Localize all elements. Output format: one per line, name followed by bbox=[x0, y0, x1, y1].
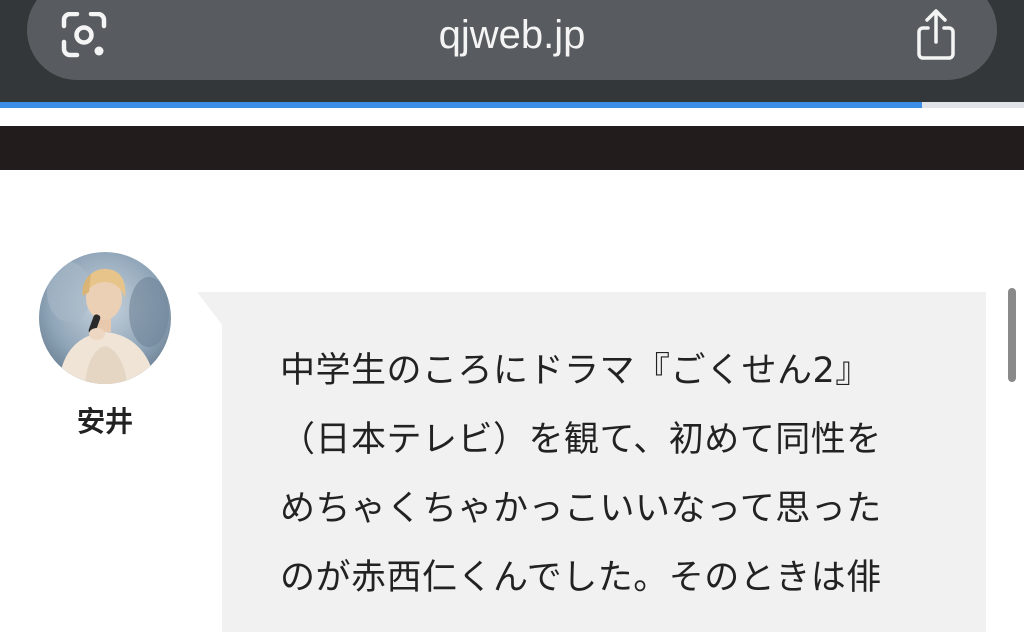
speech-bubble-text: 中学生のころにドラマ『ごくせん2』 （日本テレビ）を観て、初めて同性を めちゃく… bbox=[280, 337, 940, 613]
site-header-bar bbox=[0, 126, 1024, 170]
page-load-progress-bar bbox=[0, 102, 1024, 108]
url-text[interactable]: qjweb.jp bbox=[0, 12, 1024, 58]
speaker-name: 安井 bbox=[76, 405, 133, 438]
progress-fill bbox=[0, 102, 922, 108]
page-scrollbar[interactable] bbox=[1008, 288, 1016, 382]
message-line: （日本テレビ）を観て、初めて同性を bbox=[280, 420, 882, 460]
avatar bbox=[39, 252, 171, 384]
share-icon[interactable] bbox=[912, 6, 960, 62]
message-line: 中学生のころにドラマ『ごくせん2』 bbox=[280, 351, 871, 391]
speech-bubble-tail bbox=[197, 292, 223, 326]
message-line: めちゃくちゃかっこいいなって思った bbox=[280, 489, 882, 529]
message-line: のが赤西仁くんでした。そのときは俳 bbox=[280, 558, 882, 598]
browser-toolbar: qjweb.jp bbox=[0, 0, 1024, 102]
